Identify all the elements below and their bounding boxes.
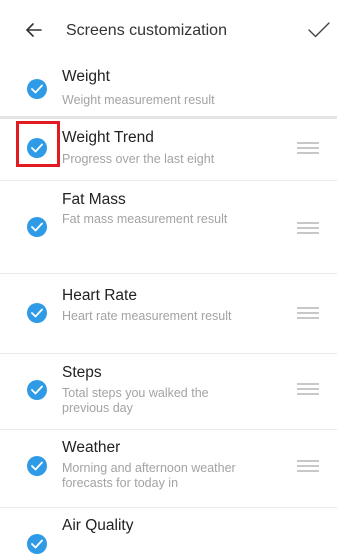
screen-title: Steps: [62, 364, 102, 381]
screen-description: Heart rate measurement result: [62, 309, 232, 323]
screen-toggle-checkbox[interactable]: [27, 380, 47, 400]
drag-handle-icon[interactable]: [297, 459, 319, 473]
screen-description: Total steps you walked the previous day: [62, 386, 209, 415]
checkmark-icon: [31, 385, 43, 395]
screen-title: Air Quality: [62, 517, 134, 534]
screen-row-weather: Weather Morning and afternoon weather fo…: [0, 430, 337, 506]
checkmark-icon: [31, 84, 43, 94]
screen-row-steps: Steps Total steps you walked the previou…: [0, 354, 337, 428]
screen-title: Weight: [62, 68, 110, 85]
screen-description: Weight measurement result: [62, 93, 215, 107]
screen-toggle-checkbox[interactable]: [27, 217, 47, 237]
screen-description: Morning and afternoon weather forecasts …: [62, 461, 236, 490]
screen-title: Fat Mass: [62, 191, 126, 208]
checkmark-icon: [31, 222, 43, 232]
drag-handle-icon[interactable]: [297, 306, 319, 320]
drag-handle-icon[interactable]: [297, 141, 319, 155]
confirm-button[interactable]: [305, 18, 333, 42]
check-icon: [308, 22, 330, 38]
screen-toggle-checkbox[interactable]: [27, 303, 47, 323]
back-button[interactable]: [22, 18, 46, 42]
drag-handle-icon[interactable]: [297, 221, 319, 235]
screen-toggle-checkbox[interactable]: [27, 456, 47, 476]
app-header: Screens customization: [0, 0, 337, 64]
checkmark-icon: [31, 539, 43, 549]
checkmark-icon: [31, 308, 43, 318]
screen-row-weight-trend: Weight Trend Progress over the last eigh…: [0, 119, 337, 177]
screen-description: Fat mass measurement result: [62, 212, 228, 226]
page-title: Screens customization: [66, 22, 227, 39]
drag-handle-icon[interactable]: [297, 382, 319, 396]
screen-row-heart-rate: Heart Rate Heart rate measurement result: [0, 274, 337, 353]
screen-row-weight: Weight Weight measurement result: [0, 64, 337, 114]
screen-toggle-checkbox[interactable]: [27, 138, 47, 158]
screen-title: Heart Rate: [62, 287, 137, 304]
screen-title: Weight Trend: [62, 129, 154, 146]
checkmark-icon: [31, 461, 43, 471]
screen-toggle-checkbox[interactable]: [27, 79, 47, 99]
checkmark-icon: [31, 143, 43, 153]
screen-row-air-quality: Air Quality: [0, 508, 337, 554]
screen-title: Weather: [62, 439, 121, 456]
screen-description: Progress over the last eight: [62, 152, 215, 166]
screen-toggle-checkbox[interactable]: [27, 534, 47, 554]
arrow-left-icon: [26, 23, 42, 37]
screen-row-fat-mass: Fat Mass Fat mass measurement result: [0, 181, 337, 273]
